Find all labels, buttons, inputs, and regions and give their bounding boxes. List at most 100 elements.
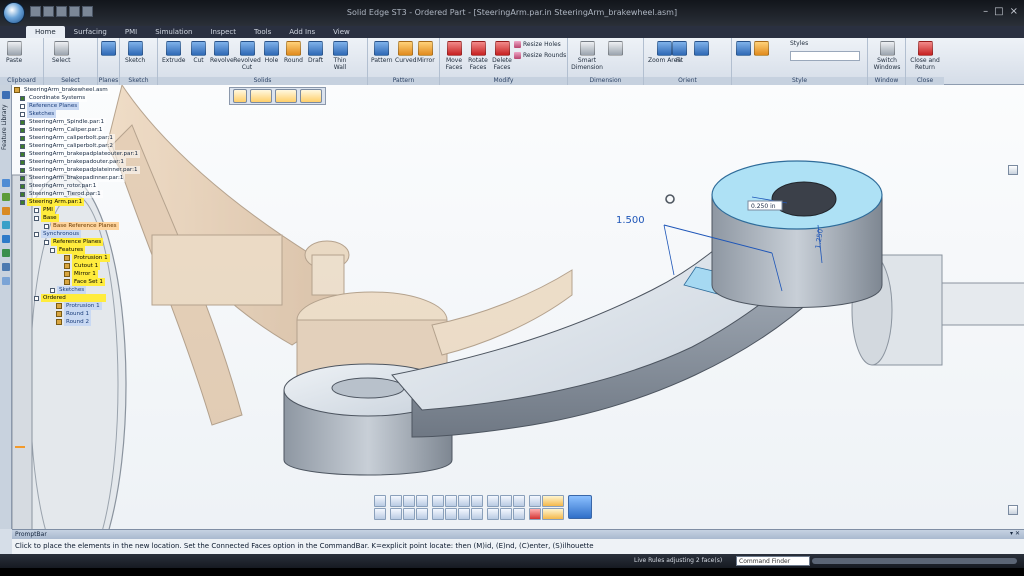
minimize-button[interactable]: –: [983, 6, 988, 17]
view-top-icon[interactable]: [390, 494, 402, 507]
tree-node[interactable]: Coordinate Systems: [20, 94, 88, 102]
curved-button[interactable]: Curved: [395, 41, 417, 64]
checkbox-icon[interactable]: [20, 95, 25, 101]
revolve-button[interactable]: Revolve: [210, 41, 234, 64]
tree-node[interactable]: SteeringArm_brakepadplateouter.par:1: [20, 150, 141, 158]
revolved-cut-button[interactable]: Revolved Cut: [233, 41, 261, 71]
tree-node[interactable]: Base Reference Planes: [44, 222, 119, 230]
dimension-tools-button[interactable]: [608, 41, 623, 57]
inspect-icon[interactable]: [487, 507, 499, 520]
sketch-button[interactable]: Sketch: [125, 41, 145, 64]
tab-view[interactable]: View: [324, 26, 359, 38]
rotate-icon[interactable]: [374, 494, 386, 507]
checkbox-icon[interactable]: [20, 159, 25, 165]
tree-node[interactable]: Synchronous: [34, 230, 82, 238]
tree-node[interactable]: SteeringArm_caliperbolt.par:1: [20, 134, 115, 142]
sketch-display-icon[interactable]: [432, 507, 444, 520]
checkbox-icon[interactable]: [44, 239, 49, 245]
tree-node[interactable]: PMI: [34, 206, 55, 214]
pathfinder-tab-icon[interactable]: [2, 91, 10, 99]
checkbox-icon[interactable]: [20, 103, 25, 109]
tree-node[interactable]: SteeringArm_rotor.par:1: [20, 182, 99, 190]
tree-node[interactable]: Protrusion 1: [64, 254, 110, 262]
tab-inspect[interactable]: Inspect: [201, 26, 245, 38]
checkbox-icon[interactable]: [34, 295, 39, 301]
zoom-magnifier-icon[interactable]: [568, 495, 592, 519]
tree-node[interactable]: SteeringArm_Tierod.par:1: [20, 190, 103, 198]
view-trimetric-icon[interactable]: [416, 507, 428, 520]
tree-node[interactable]: SteeringArm_Caliper.par:1: [20, 126, 105, 134]
shaded-button[interactable]: [736, 41, 751, 57]
shaded-edges-icon[interactable]: [445, 494, 457, 507]
prompt-bar-controls[interactable]: ▾ ✕: [1010, 530, 1020, 537]
dim-primary-text[interactable]: 1.500: [616, 215, 645, 226]
tab-surfacing[interactable]: Surfacing: [65, 26, 116, 38]
cut-button[interactable]: Cut: [191, 41, 206, 64]
checkbox-icon[interactable]: [20, 127, 25, 133]
checkbox-icon[interactable]: [34, 231, 39, 237]
tab-home[interactable]: Home: [26, 26, 65, 38]
status-scrollbar[interactable]: [812, 558, 1017, 564]
tree-node[interactable]: Protrusion 1: [56, 302, 102, 310]
draft-button[interactable]: Draft: [308, 41, 323, 64]
select-tools-tab-icon[interactable]: [2, 235, 10, 243]
part-color-button[interactable]: [754, 41, 769, 57]
checkbox-icon[interactable]: [20, 111, 25, 117]
layers-tab-icon[interactable]: [2, 179, 10, 187]
checkbox-icon[interactable]: [20, 151, 25, 157]
shaded-icon[interactable]: [432, 494, 444, 507]
switch-windows-button[interactable]: Switch Windows: [871, 41, 903, 71]
checkbox-icon[interactable]: [44, 223, 49, 229]
checkbox-icon[interactable]: [50, 247, 55, 253]
checkbox-icon[interactable]: [34, 215, 39, 221]
maximize-button[interactable]: □: [994, 6, 1003, 17]
lights-icon[interactable]: [513, 507, 525, 520]
tree-node[interactable]: Cutout 1: [64, 262, 101, 270]
view-right-icon[interactable]: [416, 494, 428, 507]
pattern-button[interactable]: Pattern: [371, 41, 393, 64]
cancel-icon[interactable]: [529, 507, 541, 520]
tree-node[interactable]: Reference Planes: [20, 102, 80, 110]
move-faces-button[interactable]: Move Faces: [443, 41, 465, 71]
tree-node-steering-arm[interactable]: Steering Arm.par:1: [20, 198, 85, 206]
hidden-edges-icon[interactable]: [471, 494, 483, 507]
round-button[interactable]: Round: [284, 41, 303, 64]
live-rules-dropdown[interactable]: [300, 89, 322, 103]
tree-node[interactable]: Base: [34, 214, 59, 222]
tree-node[interactable]: Ordered: [34, 294, 106, 302]
help-tab-icon[interactable]: [2, 277, 10, 285]
view-front-icon[interactable]: [403, 494, 415, 507]
extrude-button[interactable]: Extrude: [162, 41, 185, 64]
command-finder-input[interactable]: Command Finder: [736, 556, 810, 566]
view-options-button[interactable]: [1008, 165, 1018, 175]
tab-pmi[interactable]: PMI: [116, 26, 146, 38]
color-icon[interactable]: [500, 507, 512, 520]
tree-node[interactable]: Features: [50, 246, 86, 254]
tree-node[interactable]: SteeringArm_caliperbolt.par:2: [20, 142, 115, 150]
family-tab-icon[interactable]: [2, 207, 10, 215]
tree-node[interactable]: SteeringArm_brakepadinner.par:1: [20, 174, 126, 182]
rules-tab-icon[interactable]: [2, 221, 10, 229]
view-iso-icon[interactable]: [390, 507, 402, 520]
checkbox-icon[interactable]: [20, 143, 25, 149]
tree-node[interactable]: SteeringArm_brakepadplateinner.par:1: [20, 166, 140, 174]
close-and-return-button[interactable]: Close and Return: [909, 41, 941, 71]
tree-node[interactable]: SteeringArm_Spindle.par:1: [20, 118, 106, 126]
delete-faces-button[interactable]: Delete Faces: [491, 41, 513, 71]
checkbox-icon[interactable]: [20, 183, 25, 189]
thin-wall-button[interactable]: Thin Wall: [330, 41, 350, 71]
zoom-corner-button[interactable]: [1008, 505, 1018, 515]
mirror-button[interactable]: Mirror: [417, 41, 435, 64]
shadow-icon[interactable]: [458, 507, 470, 520]
floor-reflection-icon[interactable]: [445, 507, 457, 520]
paste-button[interactable]: Paste: [6, 41, 22, 64]
checkbox-icon[interactable]: [20, 199, 25, 205]
graphics-viewport[interactable]: 1.500 0.250 in 1.250 Z X Y: [12, 85, 1024, 529]
sensors-tab-icon[interactable]: [2, 193, 10, 201]
resize-holes-button[interactable]: Resize Holes: [514, 41, 561, 48]
tree-node[interactable]: Sketches: [50, 286, 87, 294]
variables-tab-icon[interactable]: [2, 263, 10, 271]
checkbox-icon[interactable]: [20, 135, 25, 141]
hole-button[interactable]: Hole: [264, 41, 279, 64]
checkbox-icon[interactable]: [20, 175, 25, 181]
